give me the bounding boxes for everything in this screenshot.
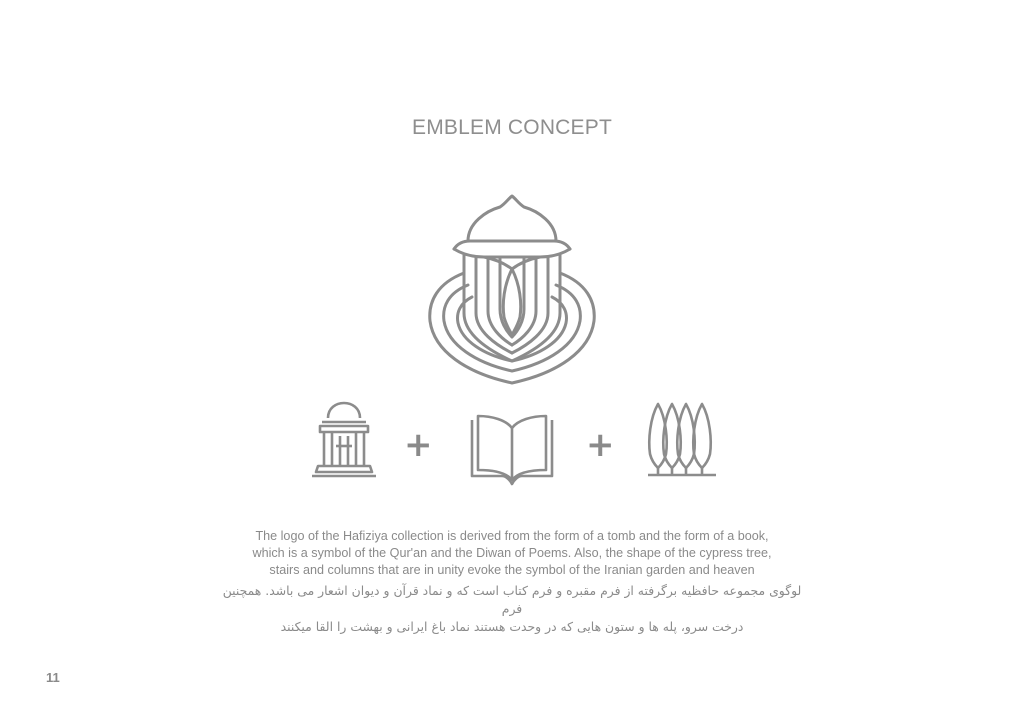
emblem-logo-icon xyxy=(428,194,596,385)
open-book-icon xyxy=(470,414,554,486)
description-line: which is a symbol of the Qur'an and the … xyxy=(252,546,772,560)
page-title: EMBLEM CONCEPT xyxy=(412,116,612,139)
description-line: stairs and columns that are in unity evo… xyxy=(269,563,755,577)
cypress-trees-icon xyxy=(647,402,716,477)
page-number: 11 xyxy=(46,670,60,685)
description-line: لوگوی مجموعه حافظیه برگرفته از فرم مقبره… xyxy=(222,583,802,616)
plus-icon: + xyxy=(586,425,615,465)
description-line: The logo of the Hafiziya collection is d… xyxy=(255,529,769,543)
description-english: The logo of the Hafiziya collection is d… xyxy=(212,528,812,579)
plus-icon: + xyxy=(404,425,433,465)
description-persian: لوگوی مجموعه حافظیه برگرفته از فرم مقبره… xyxy=(212,582,812,636)
description-line: درخت سرو، پله ها و ستون هایی که در وحدت … xyxy=(280,619,744,634)
tomb-pavilion-icon xyxy=(312,401,376,478)
